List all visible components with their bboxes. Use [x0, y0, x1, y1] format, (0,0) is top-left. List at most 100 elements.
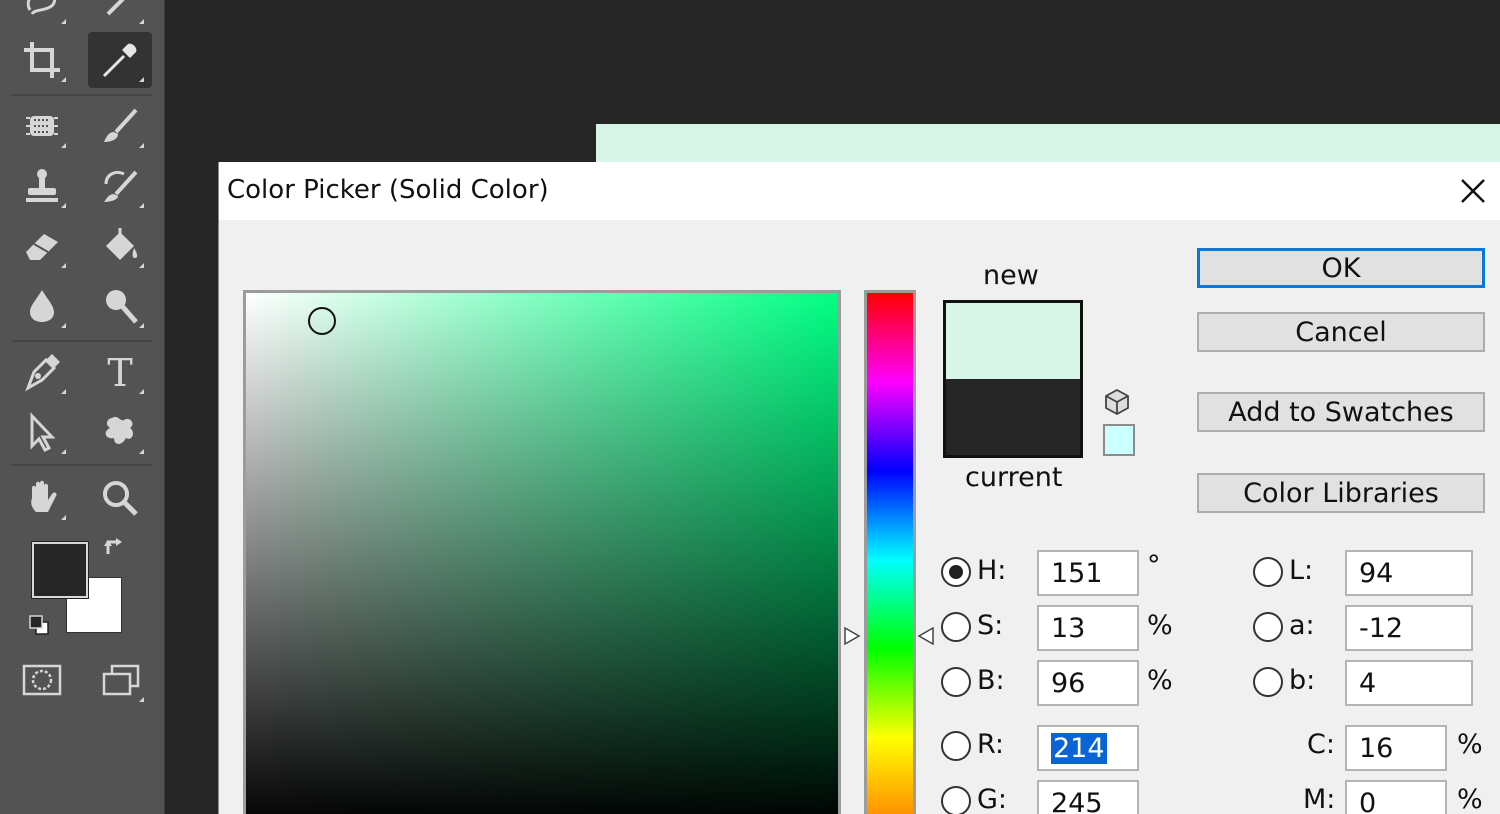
zoom-icon — [103, 481, 138, 516]
toolbar-separator — [12, 28, 152, 30]
hue-radio[interactable] — [941, 557, 971, 587]
toolbar-separator — [12, 94, 152, 96]
ok-button[interactable]: OK — [1197, 248, 1485, 288]
type-tool[interactable]: T — [88, 344, 152, 400]
custom-shape-icon — [105, 416, 133, 444]
lasso-tool[interactable] — [10, 0, 74, 30]
paint-bucket-tool[interactable] — [88, 218, 152, 274]
clone-stamp-tool[interactable] — [10, 158, 74, 214]
toolbar-separator — [12, 464, 152, 466]
lightness-label: L: — [1289, 555, 1314, 586]
path-selection-tool[interactable] — [10, 404, 74, 460]
history-brush-icon — [104, 170, 138, 202]
current-color-label: current — [965, 462, 1063, 493]
brightness-input[interactable]: 96 — [1037, 660, 1139, 706]
foreground-color-swatch[interactable] — [31, 541, 89, 599]
color-field[interactable] — [243, 290, 841, 814]
green-radio[interactable] — [941, 786, 971, 814]
color-field-marker[interactable] — [308, 307, 336, 335]
brush-icon — [104, 108, 138, 142]
dialog-title: Color Picker (Solid Color) — [227, 175, 549, 205]
pen-icon — [25, 354, 60, 392]
cyan-input[interactable]: 16 — [1345, 725, 1447, 771]
toolbar-separator — [12, 340, 152, 342]
history-brush-tool[interactable] — [88, 158, 152, 214]
hand-tool[interactable] — [10, 470, 74, 526]
blur-tool[interactable] — [10, 278, 74, 334]
b-channel-label: b: — [1289, 665, 1316, 696]
green-label: G: — [977, 784, 1008, 814]
a-channel-radio[interactable] — [1253, 612, 1283, 642]
tools-panel: T — [0, 0, 165, 814]
eraser-icon — [26, 234, 58, 260]
a-channel-label: a: — [1289, 610, 1315, 641]
magenta-unit: % — [1457, 784, 1483, 814]
path-selection-icon — [30, 412, 56, 452]
web-safe-color-swatch[interactable] — [1103, 424, 1135, 456]
eraser-tool[interactable] — [10, 218, 74, 274]
eyedropper-tool[interactable] — [88, 32, 152, 88]
spot-healing-tool[interactable] — [10, 98, 74, 154]
hand-icon — [31, 480, 57, 512]
new-color-label: new — [983, 260, 1039, 291]
brightness-radio[interactable] — [941, 667, 971, 697]
swap-colors-icon[interactable] — [102, 534, 128, 560]
brightness-label: B: — [977, 665, 1005, 696]
saturation-label: S: — [977, 610, 1004, 641]
web-safe-cube-icon[interactable] — [1103, 387, 1131, 417]
quick-mask-icon — [22, 664, 62, 696]
b-channel-radio[interactable] — [1253, 667, 1283, 697]
red-label: R: — [977, 729, 1005, 760]
type-icon: T — [107, 351, 132, 394]
hue-slider[interactable] — [864, 290, 916, 814]
magenta-label: M: — [1303, 784, 1336, 814]
svg-text:T: T — [107, 351, 132, 394]
saturation-radio[interactable] — [941, 612, 971, 642]
custom-shape-tool[interactable] — [88, 404, 152, 460]
red-input-selection: 214 — [1051, 732, 1107, 764]
hue-slider-left-arrow-icon[interactable] — [843, 626, 861, 646]
red-radio[interactable] — [941, 731, 971, 761]
cyan-label: C: — [1307, 729, 1335, 760]
quick-mask-button[interactable] — [10, 652, 74, 708]
new-color-swatch — [946, 303, 1080, 379]
color-picker-dialog: Color Picker (Solid Color) new current O… — [218, 162, 1500, 814]
hue-label: H: — [977, 555, 1007, 586]
current-color-swatch[interactable] — [946, 379, 1080, 455]
hue-input[interactable]: 151 — [1037, 550, 1139, 596]
eyedropper-icon — [102, 43, 137, 78]
dodge-icon — [106, 290, 138, 324]
red-input[interactable]: 214 — [1037, 725, 1139, 771]
b-channel-input[interactable]: 4 — [1345, 660, 1473, 706]
close-button[interactable] — [1452, 170, 1494, 212]
color-libraries-button[interactable]: Color Libraries — [1197, 473, 1485, 513]
paint-bucket-icon — [106, 228, 138, 260]
magic-wand-icon — [106, 0, 125, 16]
dodge-tool[interactable] — [88, 278, 152, 334]
close-icon — [1461, 179, 1485, 203]
screen-mode-button[interactable] — [88, 652, 152, 708]
spot-healing-icon — [26, 116, 58, 136]
magic-wand-tool[interactable] — [88, 0, 152, 30]
cyan-unit: % — [1457, 729, 1483, 760]
magenta-input[interactable]: 0 — [1345, 780, 1447, 814]
clone-stamp-icon — [26, 169, 58, 202]
green-input[interactable]: 245 — [1037, 780, 1139, 814]
brightness-unit: % — [1147, 665, 1173, 696]
saturation-input[interactable]: 13 — [1037, 605, 1139, 651]
default-colors-icon[interactable] — [26, 612, 52, 638]
dialog-titlebar: Color Picker (Solid Color) — [219, 162, 1500, 220]
add-to-swatches-button[interactable]: Add to Swatches — [1197, 392, 1485, 432]
cancel-button[interactable]: Cancel — [1197, 312, 1485, 352]
zoom-tool[interactable] — [88, 470, 152, 526]
brush-tool[interactable] — [88, 98, 152, 154]
lightness-radio[interactable] — [1253, 557, 1283, 587]
saturation-unit: % — [1147, 610, 1173, 641]
pen-tool[interactable] — [10, 344, 74, 400]
a-channel-input[interactable]: -12 — [1345, 605, 1473, 651]
lasso-icon — [26, 0, 56, 15]
hue-slider-right-arrow-icon[interactable] — [917, 626, 935, 646]
crop-tool[interactable] — [10, 32, 74, 88]
lightness-input[interactable]: 94 — [1345, 550, 1473, 596]
blur-icon — [30, 290, 54, 322]
